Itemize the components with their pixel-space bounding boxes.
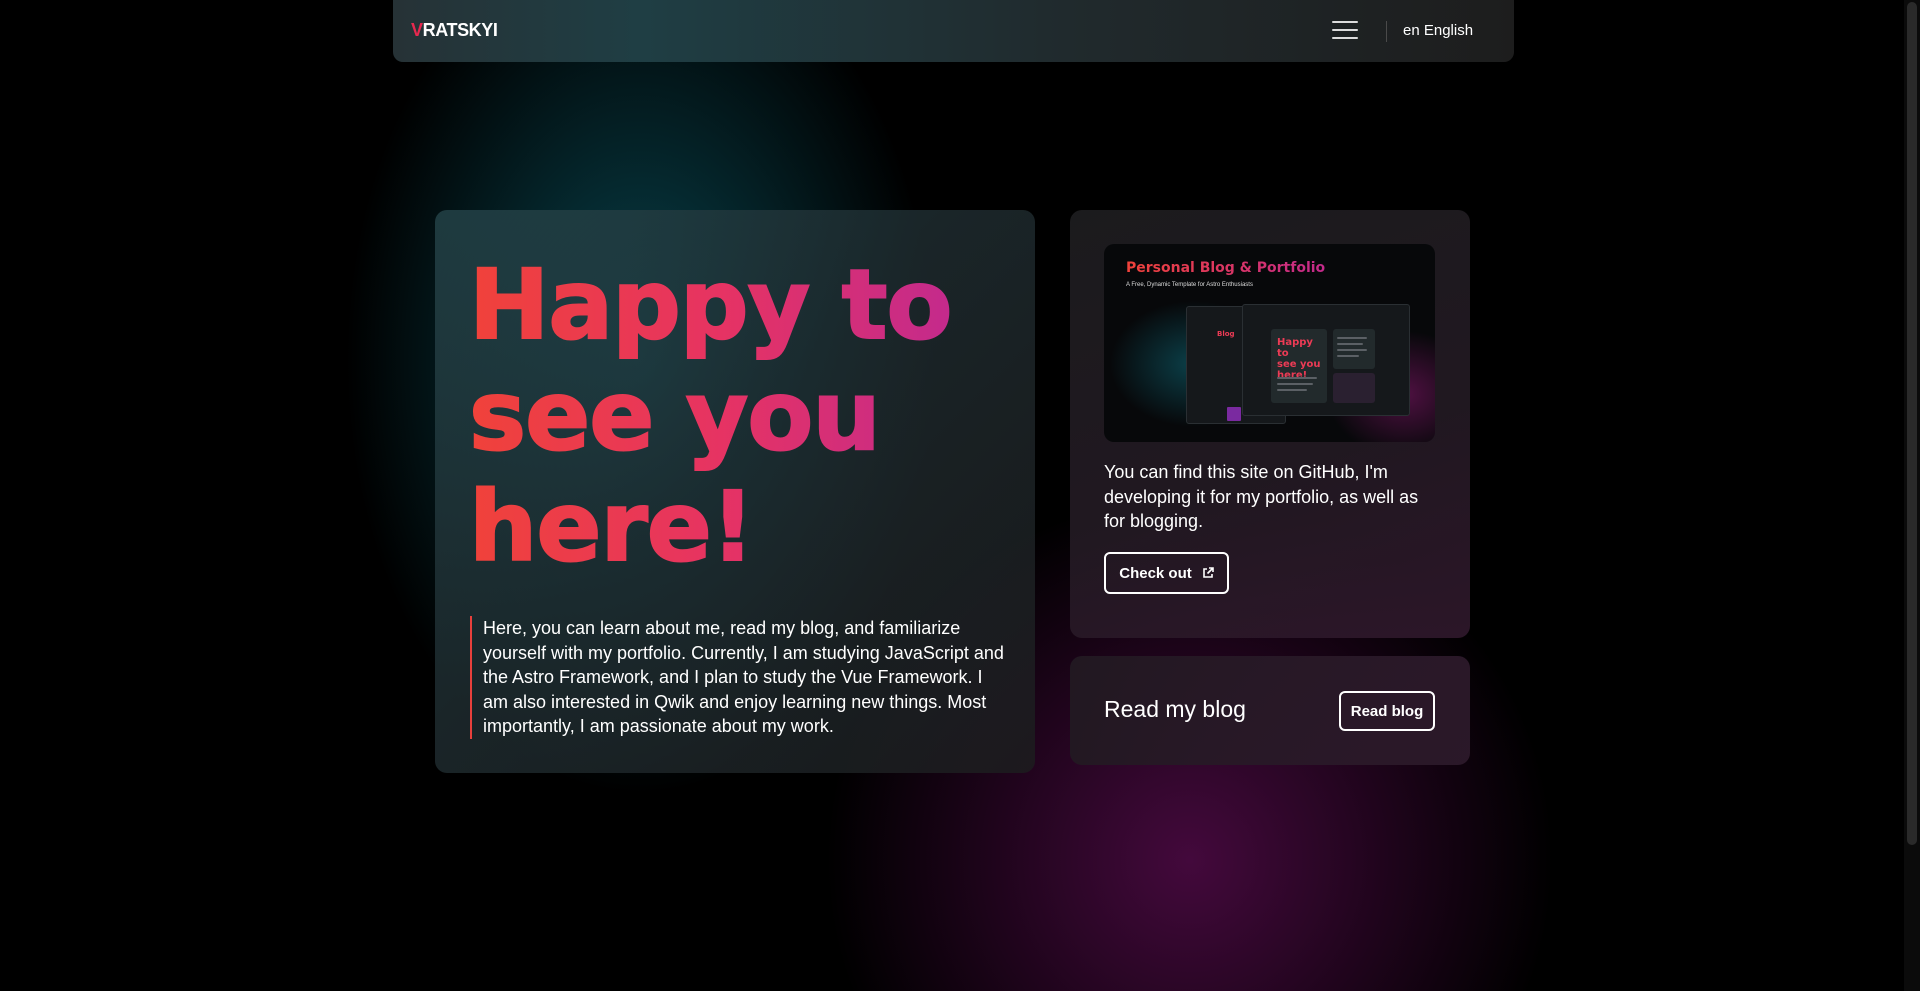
project-card: Personal Blog & Portfolio A Free, Dynami… [1070, 210, 1470, 638]
scrollbar-thumb[interactable] [1907, 2, 1917, 845]
project-description: You can find this site on GitHub, I'm de… [1104, 462, 1419, 531]
vertical-scrollbar[interactable] [1904, 0, 1920, 991]
hero-title-line: see you [468, 360, 882, 473]
read-blog-button[interactable]: Read blog [1339, 691, 1435, 731]
check-out-button[interactable]: Check out [1104, 552, 1229, 594]
hamburger-menu-icon[interactable] [1330, 18, 1358, 44]
preview-title: Personal Blog & Portfolio [1126, 260, 1326, 276]
top-navbar: VRATSKYI en English [393, 0, 1514, 62]
external-link-icon [1202, 567, 1214, 578]
logo-text: RATSKYI [422, 20, 498, 40]
hero-card: Happy to see you here! Here, you can lea… [435, 210, 1035, 773]
preview-subtitle: A Free, Dynamic Template for Astro Enthu… [1126, 282, 1253, 288]
hero-intro-text: Here, you can learn about me, read my bl… [470, 616, 1010, 739]
preview-window-front: Happy to see you here! [1242, 304, 1410, 416]
hero-title: Happy to see you here! [468, 249, 1029, 584]
hero-title-line: here! [468, 471, 756, 584]
nav-divider [1386, 21, 1387, 42]
site-logo[interactable]: VRATSKYI [411, 20, 498, 41]
language-selector[interactable]: en English [1403, 22, 1473, 39]
logo-accent-letter: V [411, 20, 423, 40]
project-preview-image[interactable]: Personal Blog & Portfolio A Free, Dynami… [1104, 244, 1435, 442]
blog-card: Read my blog Read blog [1070, 656, 1470, 765]
preview-hero-text: Happy to see you here! [1277, 337, 1321, 381]
hero-title-line: Happy to [468, 249, 953, 362]
check-out-label: Check out [1119, 564, 1192, 582]
blog-card-label: Read my blog [1104, 696, 1246, 722]
